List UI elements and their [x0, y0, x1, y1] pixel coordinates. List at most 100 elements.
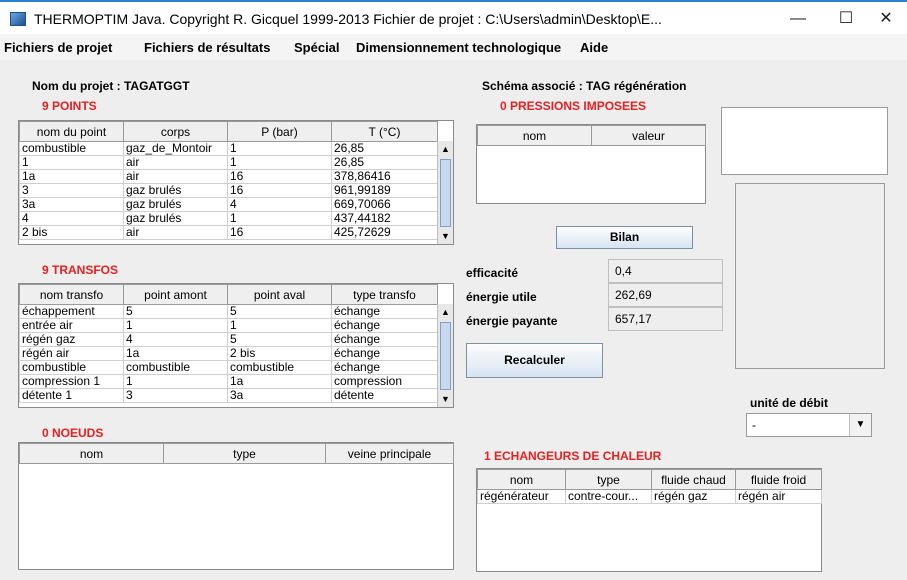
- transfos-header-name[interactable]: nom transfo: [19, 284, 124, 305]
- table-row[interactable]: entrée air 1 1 échange: [19, 318, 438, 333]
- table-row[interactable]: combustible combustible combustible échange: [19, 360, 438, 375]
- scroll-up-icon[interactable]: ▲: [438, 141, 453, 157]
- cell[interactable]: air: [123, 169, 228, 184]
- noeuds-table[interactable]: nom type veine principale: [18, 442, 454, 570]
- echangeurs-header-chaud[interactable]: fluide chaud: [651, 469, 736, 490]
- cell[interactable]: 1: [19, 155, 124, 170]
- table-row[interactable]: régén air 1a 2 bis échange: [19, 346, 438, 361]
- scroll-thumb[interactable]: [440, 159, 451, 227]
- close-button[interactable]: ✕: [866, 6, 906, 32]
- menu-aide[interactable]: Aide: [580, 40, 608, 55]
- cell[interactable]: 669,70066: [331, 197, 438, 212]
- unite-debit-select[interactable]: - ▼: [746, 413, 872, 437]
- table-row[interactable]: 3a gaz brulés 4 669,70066: [19, 197, 438, 212]
- cell[interactable]: compression 1: [19, 374, 124, 389]
- noeuds-header-veine[interactable]: veine principale: [325, 443, 454, 464]
- cell[interactable]: 961,99189: [331, 183, 438, 198]
- cell[interactable]: détente 1: [19, 388, 124, 403]
- cell[interactable]: 3a: [19, 197, 124, 212]
- cell[interactable]: combustible: [19, 360, 124, 375]
- cell[interactable]: 16: [227, 169, 332, 184]
- points-header-name[interactable]: nom du point: [19, 121, 124, 142]
- menu-fichiers-projet[interactable]: Fichiers de projet: [4, 40, 112, 55]
- cell[interactable]: gaz brulés: [123, 211, 228, 226]
- noeuds-header-name[interactable]: nom: [19, 443, 164, 464]
- cell[interactable]: combustible: [123, 360, 228, 375]
- cell[interactable]: 3: [123, 388, 228, 403]
- scroll-down-icon[interactable]: ▼: [438, 228, 453, 244]
- cell[interactable]: régén air: [735, 489, 822, 504]
- cell[interactable]: 1a: [19, 169, 124, 184]
- cell[interactable]: 378,86416: [331, 169, 438, 184]
- cell[interactable]: contre-cour...: [565, 489, 652, 504]
- cell[interactable]: entrée air: [19, 318, 124, 333]
- cell[interactable]: 3: [19, 183, 124, 198]
- scroll-up-icon[interactable]: ▲: [438, 304, 453, 320]
- table-row[interactable]: 3 gaz brulés 16 961,99189: [19, 183, 438, 198]
- points-header-corps[interactable]: corps: [123, 121, 228, 142]
- cell[interactable]: détente: [331, 388, 438, 403]
- table-row[interactable]: compression 1 1 1a compression: [19, 374, 438, 389]
- noeuds-header-type[interactable]: type: [163, 443, 326, 464]
- points-scrollbar[interactable]: ▲ ▼: [437, 141, 453, 244]
- echangeurs-header-name[interactable]: nom: [477, 469, 566, 490]
- cell[interactable]: 2 bis: [19, 225, 124, 240]
- cell[interactable]: 1: [123, 374, 228, 389]
- cell[interactable]: régénérateur: [477, 489, 566, 504]
- cell[interactable]: régén air: [19, 346, 124, 361]
- transfos-table[interactable]: nom transfo point amont point aval type …: [18, 283, 454, 408]
- text-area-panel[interactable]: [721, 107, 888, 175]
- table-row[interactable]: 1 air 1 26,85: [19, 155, 438, 170]
- cell[interactable]: 4: [227, 197, 332, 212]
- table-row[interactable]: 2 bis air 16 425,72629: [19, 225, 438, 240]
- echangeurs-header-type[interactable]: type: [565, 469, 652, 490]
- menu-special[interactable]: Spécial: [294, 40, 340, 55]
- cell[interactable]: 5: [227, 304, 332, 319]
- cell[interactable]: 16: [227, 225, 332, 240]
- pressions-table[interactable]: nom valeur: [476, 124, 706, 204]
- points-header-p[interactable]: P (bar): [227, 121, 332, 142]
- scroll-thumb[interactable]: [440, 322, 451, 390]
- cell[interactable]: 3a: [227, 388, 332, 403]
- table-row[interactable]: combustible gaz_de_Montoir 1 26,85: [19, 141, 438, 156]
- cell[interactable]: gaz_de_Montoir: [123, 141, 228, 156]
- recalculer-button[interactable]: Recalculer: [466, 343, 603, 378]
- cell[interactable]: 1: [227, 141, 332, 156]
- cell[interactable]: 1: [123, 318, 228, 333]
- cell[interactable]: 26,85: [331, 155, 438, 170]
- cell[interactable]: 4: [123, 332, 228, 347]
- cell[interactable]: combustible: [19, 141, 124, 156]
- cell[interactable]: 1a: [123, 346, 228, 361]
- cell[interactable]: 1: [227, 211, 332, 226]
- scroll-down-icon[interactable]: ▼: [438, 391, 453, 407]
- menu-fichiers-resultats[interactable]: Fichiers de résultats: [144, 40, 270, 55]
- pressions-header-name[interactable]: nom: [477, 125, 592, 146]
- cell[interactable]: échange: [331, 332, 438, 347]
- cell[interactable]: 437,44182: [331, 211, 438, 226]
- table-row[interactable]: régénérateur contre-cour... régén gaz régén…: [477, 489, 822, 504]
- cell[interactable]: 4: [19, 211, 124, 226]
- echangeurs-table[interactable]: nom type fluide chaud fluide froid régén…: [476, 468, 822, 572]
- cell[interactable]: 5: [227, 332, 332, 347]
- pressions-header-valeur[interactable]: valeur: [591, 125, 706, 146]
- cell[interactable]: échange: [331, 360, 438, 375]
- cell[interactable]: gaz brulés: [123, 197, 228, 212]
- menu-dimensionnement[interactable]: Dimensionnement technologique: [356, 40, 561, 55]
- table-row[interactable]: échappement 5 5 échange: [19, 304, 438, 319]
- transfos-header-amont[interactable]: point amont: [123, 284, 228, 305]
- cell[interactable]: air: [123, 155, 228, 170]
- cell[interactable]: 16: [227, 183, 332, 198]
- transfos-header-aval[interactable]: point aval: [227, 284, 332, 305]
- cell[interactable]: 1: [227, 318, 332, 333]
- cell[interactable]: régén gaz: [651, 489, 736, 504]
- chevron-down-icon[interactable]: ▼: [849, 414, 871, 436]
- cell[interactable]: 1a: [227, 374, 332, 389]
- cell[interactable]: régén gaz: [19, 332, 124, 347]
- cell[interactable]: échange: [331, 346, 438, 361]
- cell[interactable]: 5: [123, 304, 228, 319]
- cell[interactable]: 2 bis: [227, 346, 332, 361]
- table-row[interactable]: 1a air 16 378,86416: [19, 169, 438, 184]
- cell[interactable]: échange: [331, 318, 438, 333]
- transfos-header-type[interactable]: type transfo: [331, 284, 438, 305]
- table-row[interactable]: régén gaz 4 5 échange: [19, 332, 438, 347]
